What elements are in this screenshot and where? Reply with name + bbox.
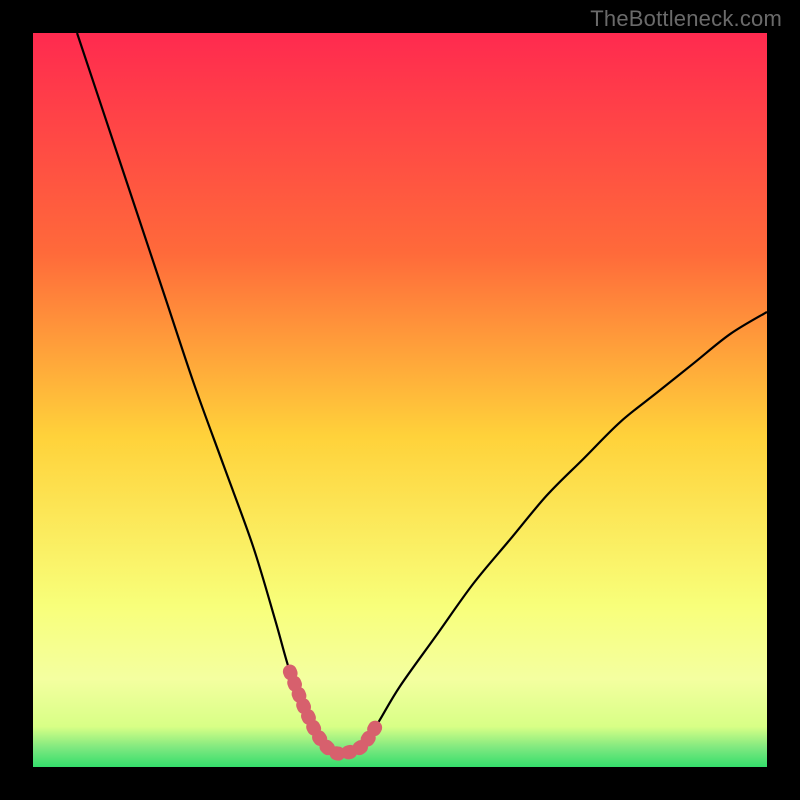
chart-background-gradient [33, 33, 767, 767]
watermark-text: TheBottleneck.com [590, 6, 782, 32]
chart-plot-area [33, 33, 767, 767]
chart-frame: TheBottleneck.com [0, 0, 800, 800]
chart-svg [33, 33, 767, 767]
